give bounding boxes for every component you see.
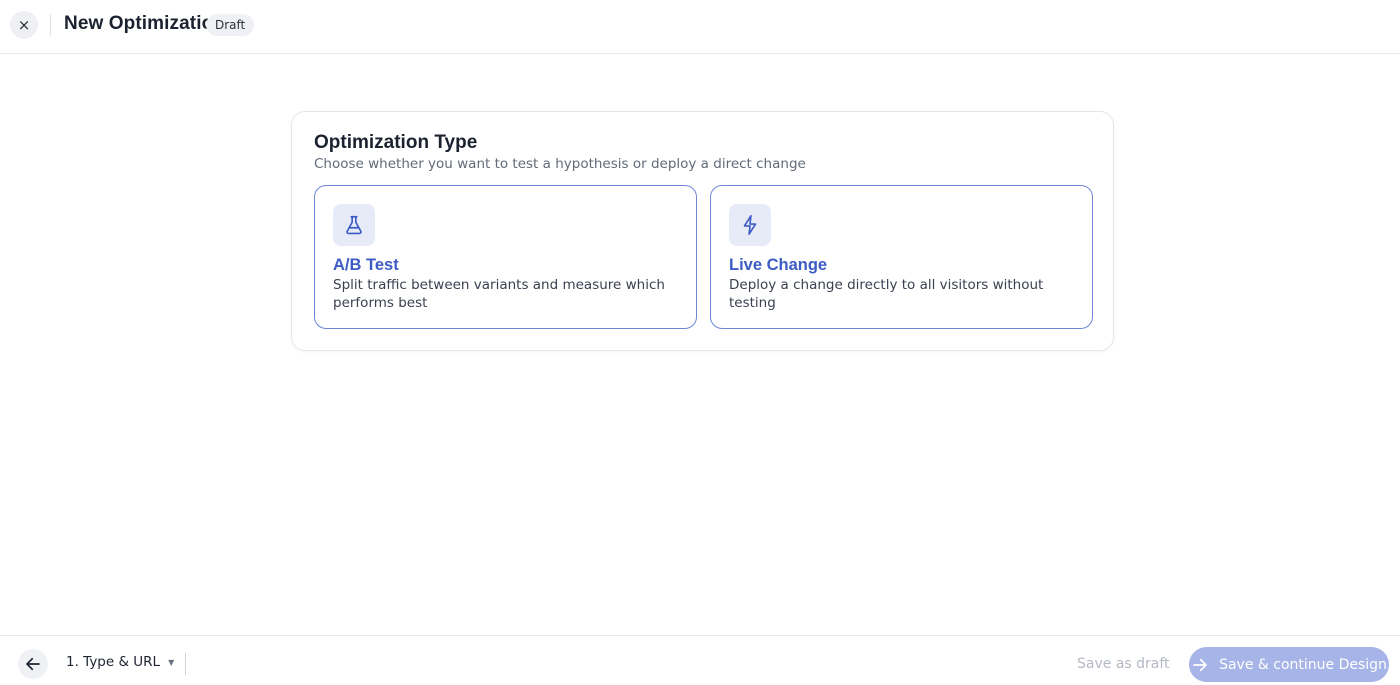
- save-continue-button[interactable]: Save & continue Design: [1189, 647, 1389, 682]
- card-title: Optimization Type: [314, 132, 478, 153]
- ab-test-title: A/B Test: [333, 256, 399, 274]
- ab-test-option[interactable]: A/B Test Split traffic between variants …: [314, 185, 697, 329]
- back-button[interactable]: [18, 649, 48, 679]
- save-draft-button[interactable]: Save as draft: [1068, 650, 1179, 678]
- live-change-description: Deploy a change directly to all visitors…: [729, 277, 1044, 311]
- save-continue-label: Save & continue Design: [1219, 656, 1387, 673]
- flask-icon: [333, 204, 375, 246]
- live-change-title: Live Change: [729, 256, 828, 274]
- top-bar: × New Optimization Draft: [0, 0, 1400, 54]
- close-button[interactable]: ×: [10, 11, 38, 39]
- live-change-option[interactable]: Live Change Deploy a change directly to …: [710, 185, 1093, 329]
- lightning-bolt-icon: [729, 204, 771, 246]
- close-icon: ×: [17, 16, 31, 34]
- card-subtitle: Choose whether you want to test a hypoth…: [314, 156, 806, 172]
- step-label: 1. Type & URL: [66, 654, 161, 670]
- arrow-right-icon: [1193, 658, 1207, 671]
- caret-down-icon: ▼: [168, 657, 175, 667]
- optimization-type-card: Optimization Type Choose whether you wan…: [291, 111, 1114, 351]
- header-divider: [50, 14, 51, 36]
- step-selector[interactable]: 1. Type & URL ▼: [66, 654, 174, 670]
- arrow-left-icon: [26, 657, 40, 671]
- status-badge: Draft: [206, 14, 255, 36]
- bottom-bar: 1. Type & URL ▼ Save as draft Save & con…: [0, 635, 1400, 685]
- page-title: New Optimization: [64, 13, 225, 34]
- ab-test-description: Split traffic between variants and measu…: [333, 277, 665, 311]
- footer-divider: [185, 653, 186, 675]
